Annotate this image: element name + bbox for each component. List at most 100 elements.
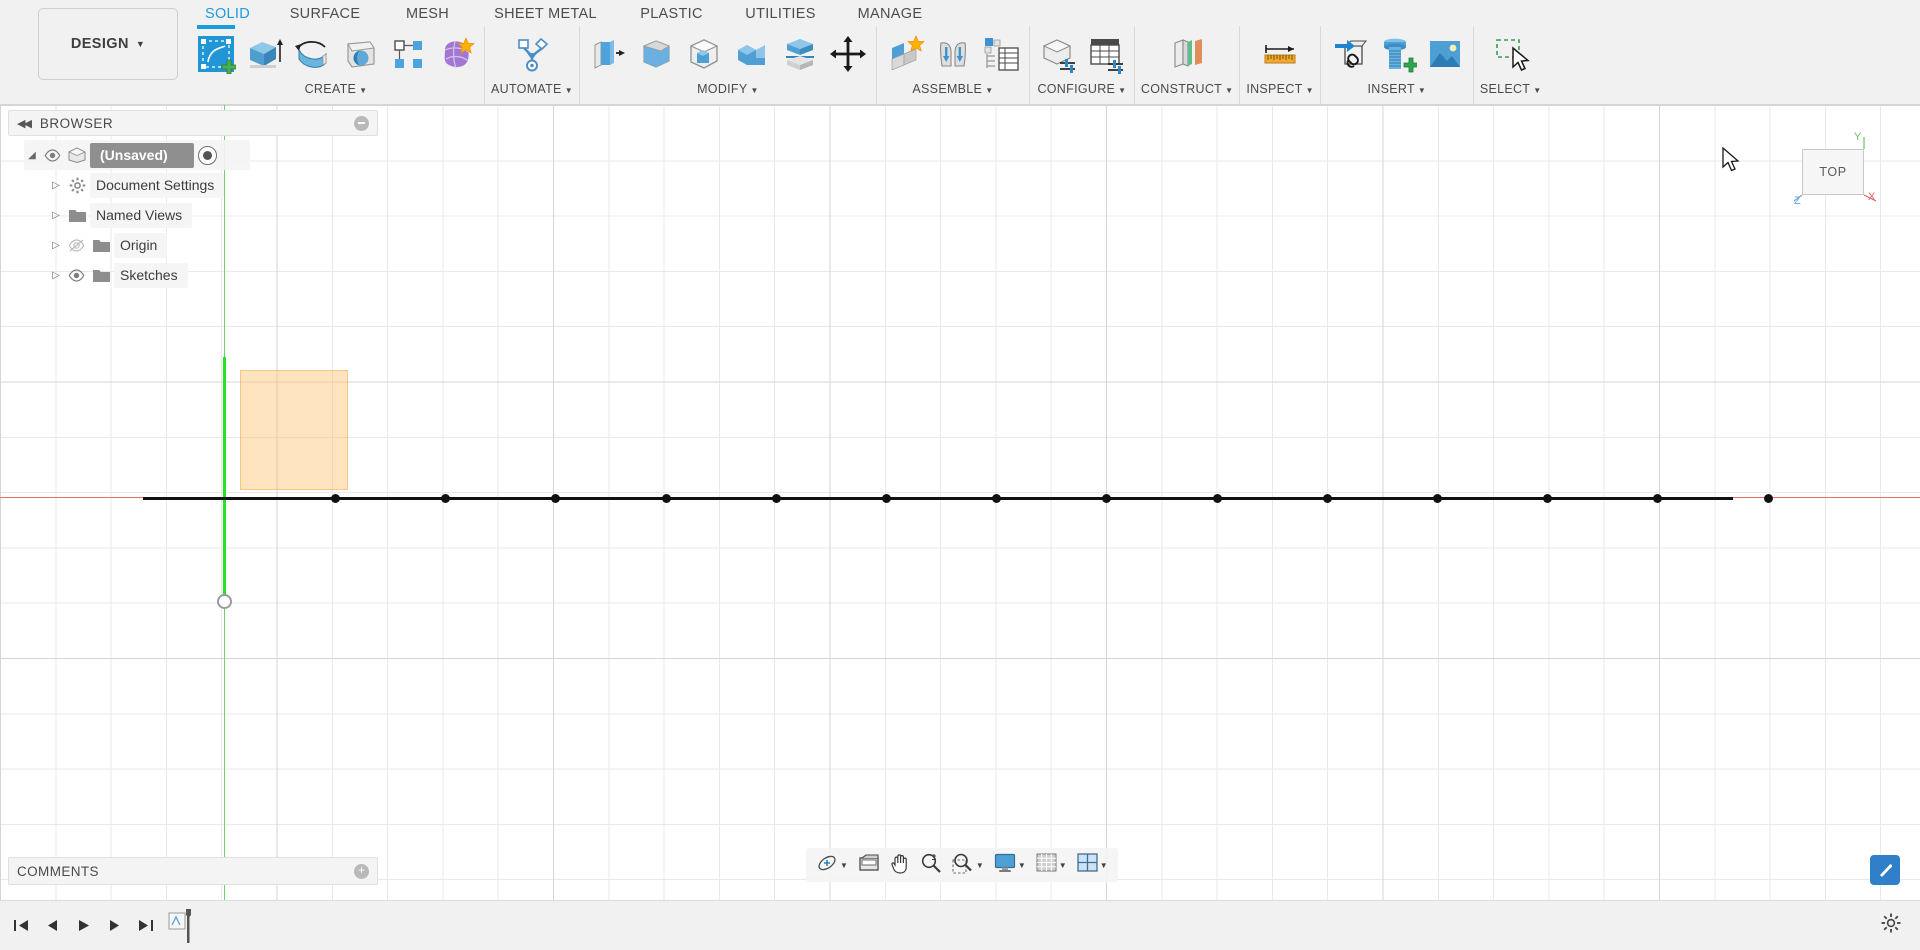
- automate-button[interactable]: [510, 29, 554, 79]
- pan-hand-button[interactable]: [886, 850, 914, 880]
- timeline-settings-icon[interactable]: [1880, 912, 1902, 939]
- panel-label[interactable]: SELECT ▼: [1480, 82, 1542, 98]
- sketch-line[interactable]: [143, 493, 1773, 503]
- panel-label[interactable]: AUTOMATE ▼: [491, 82, 573, 98]
- sketch-point[interactable]: [1543, 493, 1553, 503]
- press-pull-button[interactable]: [586, 29, 630, 79]
- orbit-button[interactable]: ▼: [812, 850, 852, 880]
- move-copy-button[interactable]: [826, 29, 870, 79]
- play-icon[interactable]: [68, 910, 99, 941]
- configuration-grid-button[interactable]: [1084, 29, 1128, 79]
- viewports-button[interactable]: ▼: [1073, 850, 1112, 880]
- go-to-beginning-icon[interactable]: [6, 910, 37, 941]
- chevron-down-icon[interactable]: ▼: [1100, 861, 1108, 870]
- expanded-arrow-icon[interactable]: ◢: [24, 150, 40, 161]
- look-at-button[interactable]: [854, 850, 884, 880]
- browser-node-named-views[interactable]: ▷ Named Views: [48, 200, 378, 230]
- step-back-icon[interactable]: [37, 910, 68, 941]
- revolve-button[interactable]: [290, 29, 334, 79]
- sketch-point[interactable]: [331, 493, 340, 503]
- extrude-button[interactable]: [242, 29, 286, 79]
- offset-plane-button[interactable]: [1165, 29, 1209, 79]
- collapsed-arrow-icon[interactable]: ▷: [48, 270, 64, 281]
- measure-button[interactable]: [1258, 29, 1302, 79]
- chevron-down-icon[interactable]: ▼: [1059, 861, 1067, 870]
- ribbon-tab-sheet-metal[interactable]: SHEET METAL: [472, 3, 619, 24]
- eye-visible-icon[interactable]: [64, 268, 88, 282]
- sketch-profile[interactable]: [240, 370, 348, 490]
- collapse-left-icon[interactable]: ◀◀: [17, 117, 32, 130]
- chevron-down-icon[interactable]: ▼: [976, 861, 984, 870]
- collapsed-arrow-icon[interactable]: ▷: [48, 210, 64, 221]
- panel-label[interactable]: CREATE ▼: [305, 82, 368, 98]
- configuration-table-button[interactable]: [979, 29, 1023, 79]
- collapsed-arrow-icon[interactable]: ▷: [48, 180, 64, 191]
- sketch-point[interactable]: [1653, 493, 1663, 503]
- sweep-button[interactable]: [338, 29, 382, 79]
- panel-label[interactable]: CONSTRUCT ▼: [1141, 82, 1233, 98]
- active-component-radio[interactable]: [197, 145, 217, 165]
- add-comment-icon[interactable]: +: [354, 863, 369, 879]
- ribbon-tab-solid[interactable]: SOLID: [188, 3, 267, 24]
- select-window-button[interactable]: [1489, 29, 1533, 79]
- ribbon-tab-mesh[interactable]: MESH: [383, 3, 472, 24]
- display-settings-button[interactable]: ▼: [990, 850, 1030, 880]
- rectangular-pattern-button[interactable]: [386, 29, 430, 79]
- sketch-point[interactable]: [992, 493, 1002, 503]
- sketch-point[interactable]: [1212, 493, 1222, 503]
- split-body-button[interactable]: [778, 29, 822, 79]
- eye-hidden-icon[interactable]: [64, 238, 88, 252]
- sketch-point[interactable]: [1102, 493, 1112, 503]
- zoom-button[interactable]: [916, 850, 946, 880]
- create-form-button[interactable]: [434, 29, 478, 79]
- eye-visible-icon[interactable]: [40, 148, 64, 162]
- ribbon-tab-manage[interactable]: MANAGE: [837, 3, 943, 24]
- step-forward-icon[interactable]: [99, 910, 130, 941]
- view-cube[interactable]: TOP Y X Z: [1780, 123, 1880, 223]
- chevron-down-icon[interactable]: ▼: [1018, 861, 1026, 870]
- ribbon-tab-utilities[interactable]: UTILITIES: [724, 3, 837, 24]
- timeline-marker-icon[interactable]: [167, 908, 197, 943]
- ribbon-tab-plastic[interactable]: PLASTIC: [619, 3, 724, 24]
- workspace-switcher[interactable]: DESIGN ▼: [38, 8, 178, 80]
- insert-derive-button[interactable]: [1327, 29, 1371, 79]
- configure-design-button[interactable]: [1036, 29, 1080, 79]
- sketch-point[interactable]: [1433, 493, 1442, 503]
- ribbon-tab-surface[interactable]: SURFACE: [267, 3, 383, 24]
- chevron-down-icon: ▼: [1533, 86, 1542, 95]
- create-sketch-button[interactable]: [194, 25, 238, 79]
- chevron-down-icon[interactable]: ▼: [840, 861, 848, 870]
- sketch-point[interactable]: [441, 493, 451, 503]
- browser-node-unsaved[interactable]: ◢ (Unsaved): [24, 140, 250, 170]
- combine-button[interactable]: [730, 29, 774, 79]
- insert-canvas-image-button[interactable]: [1423, 29, 1467, 79]
- browser-node-document-settings[interactable]: ▷ Document Settings: [48, 170, 378, 200]
- sketch-point[interactable]: [551, 493, 561, 503]
- grid-snaps-button[interactable]: ▼: [1032, 850, 1071, 880]
- sketch-origin-point[interactable]: [217, 594, 232, 609]
- panel-label[interactable]: MODIFY ▼: [697, 82, 759, 98]
- browser-node-origin[interactable]: ▷ Origin: [48, 230, 378, 260]
- view-cube-top-face[interactable]: TOP: [1802, 149, 1864, 195]
- sketch-point[interactable]: [771, 493, 781, 503]
- comments-panel[interactable]: COMMENTS +: [8, 857, 378, 885]
- sketch-point[interactable]: [1763, 493, 1773, 503]
- sketch-point[interactable]: [1322, 493, 1332, 503]
- shell-button[interactable]: [682, 29, 726, 79]
- panel-label[interactable]: CONFIGURE ▼: [1037, 82, 1126, 98]
- go-to-end-icon[interactable]: [130, 910, 161, 941]
- help-highlight-icon[interactable]: [1870, 855, 1900, 885]
- panel-label[interactable]: INSERT ▼: [1367, 82, 1426, 98]
- sketch-point[interactable]: [661, 493, 671, 503]
- zoom-window-button[interactable]: ▼: [948, 850, 988, 880]
- browser-node-sketches[interactable]: ▷ Sketches: [48, 260, 378, 290]
- new-component-button[interactable]: [883, 29, 927, 79]
- minimize-icon[interactable]: [354, 115, 369, 131]
- joint-button[interactable]: [931, 29, 975, 79]
- fillet-button[interactable]: [634, 29, 678, 79]
- panel-label[interactable]: INSPECT ▼: [1246, 82, 1314, 98]
- panel-label[interactable]: ASSEMBLE ▼: [912, 82, 993, 98]
- insert-mcmaster-button[interactable]: [1375, 29, 1419, 79]
- collapsed-arrow-icon[interactable]: ▷: [48, 240, 64, 251]
- sketch-point[interactable]: [882, 493, 891, 503]
